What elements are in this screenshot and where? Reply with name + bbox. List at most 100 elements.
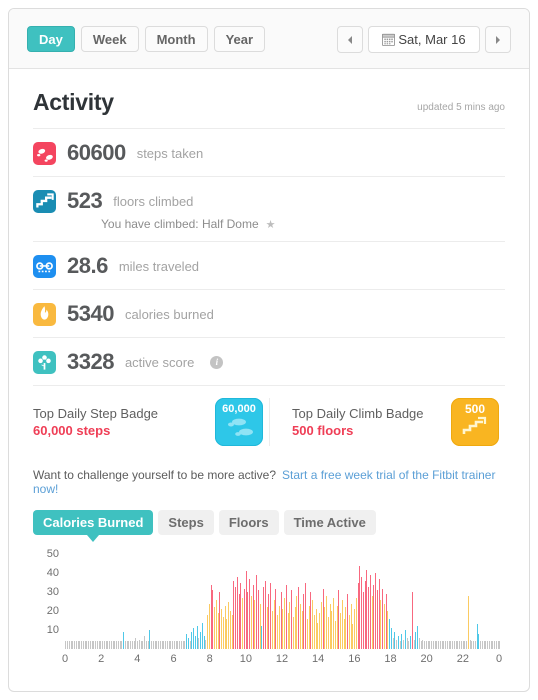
climb-badge-icon[interactable]: 500 (451, 398, 499, 446)
stat-label: floors climbed (113, 193, 194, 209)
badge-value: 500 floors (292, 423, 354, 438)
stat-note: You have climbed: Half Dome ★ (101, 217, 505, 231)
stat-value: 5340 (67, 301, 114, 326)
flame-icon-wrap (33, 302, 56, 326)
info-icon[interactable]: i (210, 355, 224, 369)
stat-row: 5340 calories burned (33, 289, 505, 337)
activity-card: Day Week Month Year Sat, Mar 16 Activity… (8, 8, 530, 692)
stats-list: 60600 steps taken 523 floors climbed You hav… (33, 128, 505, 385)
chart-bar (499, 641, 501, 649)
steps-icon-wrap (33, 141, 56, 165)
chart-y-axis: 10 20 30 40 50 (33, 545, 63, 649)
promo-text: Want to challenge yourself to be more ac… (33, 468, 277, 482)
stat-value: 523 (67, 188, 103, 213)
stat-label: steps taken (136, 145, 204, 161)
stat-label: miles traveled (118, 258, 200, 274)
star-icon: ★ (265, 218, 276, 231)
stat-value: 28.6 (67, 253, 108, 278)
x-axis-tick: 14 (312, 653, 325, 665)
card-body: Activity updated 5 mins ago 60600 steps t… (9, 69, 529, 673)
badge-title: Top Daily Step Badge (33, 406, 159, 421)
badge-column: Top Daily Step Badge 60,000 steps 60,000 (33, 398, 269, 446)
stat-main: 60600 steps taken (33, 140, 505, 166)
range-button-year[interactable]: Year (213, 26, 266, 52)
stat-label: calories burned (124, 306, 214, 322)
x-axis-tick: 16 (348, 653, 361, 665)
stat-row: 60600 steps taken (33, 128, 505, 176)
chart-tab-bar: Calories Burned Steps Floors Time Active (33, 510, 505, 535)
stat-row: 28.6 miles traveled (33, 241, 505, 289)
chart-plot-area (65, 545, 501, 649)
stat-main: 5340 calories burned (33, 301, 505, 327)
x-axis-tick: 22 (456, 653, 469, 665)
promo-row: Want to challenge yourself to be more ac… (33, 460, 505, 506)
flower-icon-wrap (33, 350, 56, 374)
activity-dashboard-page: Day Week Month Year Sat, Mar 16 Activity… (0, 0, 538, 700)
y-axis-tick: 30 (46, 586, 59, 599)
date-display-button[interactable]: Sat, Mar 16 (368, 26, 480, 53)
stairs-art (462, 416, 487, 434)
x-axis-tick: 10 (239, 653, 252, 665)
distance-icon-wrap (33, 254, 56, 278)
range-button-day[interactable]: Day (27, 26, 75, 52)
stat-value: 60600 (67, 140, 126, 165)
x-axis-tick: 2 (98, 653, 105, 665)
stairs-icon (33, 189, 56, 213)
chart-x-axis: 0 2 4 6 8 10 12 14 16 18 20 22 0 (61, 653, 503, 671)
next-date-button[interactable] (485, 26, 511, 53)
page-title: Activity (33, 89, 114, 115)
stat-note-text: You have climbed: Half Dome (101, 217, 259, 231)
updated-timestamp: updated 5 mins ago (417, 102, 505, 113)
badge-number: 500 (464, 402, 486, 416)
x-axis-tick: 0 (495, 653, 503, 665)
chart-tab-steps[interactable]: Steps (158, 510, 214, 535)
date-value: Sat, Mar 16 (398, 32, 466, 47)
range-selector: Day Week Month Year (27, 26, 266, 52)
badge-title: Top Daily Climb Badge (292, 406, 424, 421)
badges-section: Top Daily Step Badge 60,000 steps 60,000 To… (33, 385, 505, 456)
footprints-art (228, 418, 253, 436)
stat-main: 3328 active score i (33, 349, 505, 375)
left-arrow-icon (348, 35, 352, 44)
chart-tab-calories-burned[interactable]: Calories Burned (33, 510, 154, 535)
distance-icon (33, 254, 56, 278)
x-axis-tick: 4 (134, 653, 141, 665)
x-axis-tick: 18 (384, 653, 397, 665)
y-axis-tick: 20 (46, 605, 59, 618)
step-badge-icon[interactable]: 60,000 (215, 398, 263, 446)
steps-icon (33, 141, 56, 165)
calendar-icon (382, 33, 396, 46)
top-toolbar: Day Week Month Year Sat, Mar 16 (9, 9, 529, 69)
y-axis-tick: 40 (46, 567, 59, 580)
stat-main: 523 floors climbed (33, 188, 505, 214)
stat-row: 523 floors climbed You have climbed: Half … (33, 176, 505, 241)
stat-label: active score (124, 354, 195, 370)
chart-tab-floors[interactable]: Floors (218, 510, 279, 535)
stairs-icon-wrap (33, 189, 56, 213)
chart-tab-time-active[interactable]: Time Active (283, 510, 376, 535)
badge-number: 60,000 (222, 403, 256, 415)
prev-date-button[interactable] (337, 26, 363, 53)
activity-chart: 10 20 30 40 50 0 2 4 6 8 10 12 14 16 18 20 22 0 (33, 545, 505, 673)
stat-value: 3328 (67, 349, 114, 374)
right-arrow-icon (496, 35, 500, 44)
stat-row: 3328 active score i (33, 337, 505, 385)
y-axis-tick: 10 (46, 624, 59, 637)
range-button-week[interactable]: Week (80, 26, 139, 52)
stat-main: 28.6 miles traveled (33, 253, 505, 279)
x-axis-tick: 8 (206, 653, 213, 665)
range-button-month[interactable]: Month (144, 26, 208, 52)
x-axis-tick: 12 (275, 653, 289, 665)
x-axis-tick: 6 (170, 653, 177, 665)
flower-icon (33, 350, 56, 374)
badge-text: Top Daily Step Badge 60,000 steps (33, 405, 158, 439)
x-axis-tick: 0 (61, 653, 69, 665)
badge-value: 60,000 steps (33, 423, 111, 438)
header-row: Activity updated 5 mins ago (29, 69, 509, 128)
badge-column: Top Daily Climb Badge 500 floors 500 (269, 398, 505, 446)
date-navigator: Sat, Mar 16 (337, 26, 511, 53)
flame-icon (33, 302, 56, 326)
y-axis-tick: 50 (46, 548, 59, 561)
badge-text: Top Daily Climb Badge 500 floors (292, 405, 424, 439)
x-axis-tick: 20 (420, 653, 433, 665)
